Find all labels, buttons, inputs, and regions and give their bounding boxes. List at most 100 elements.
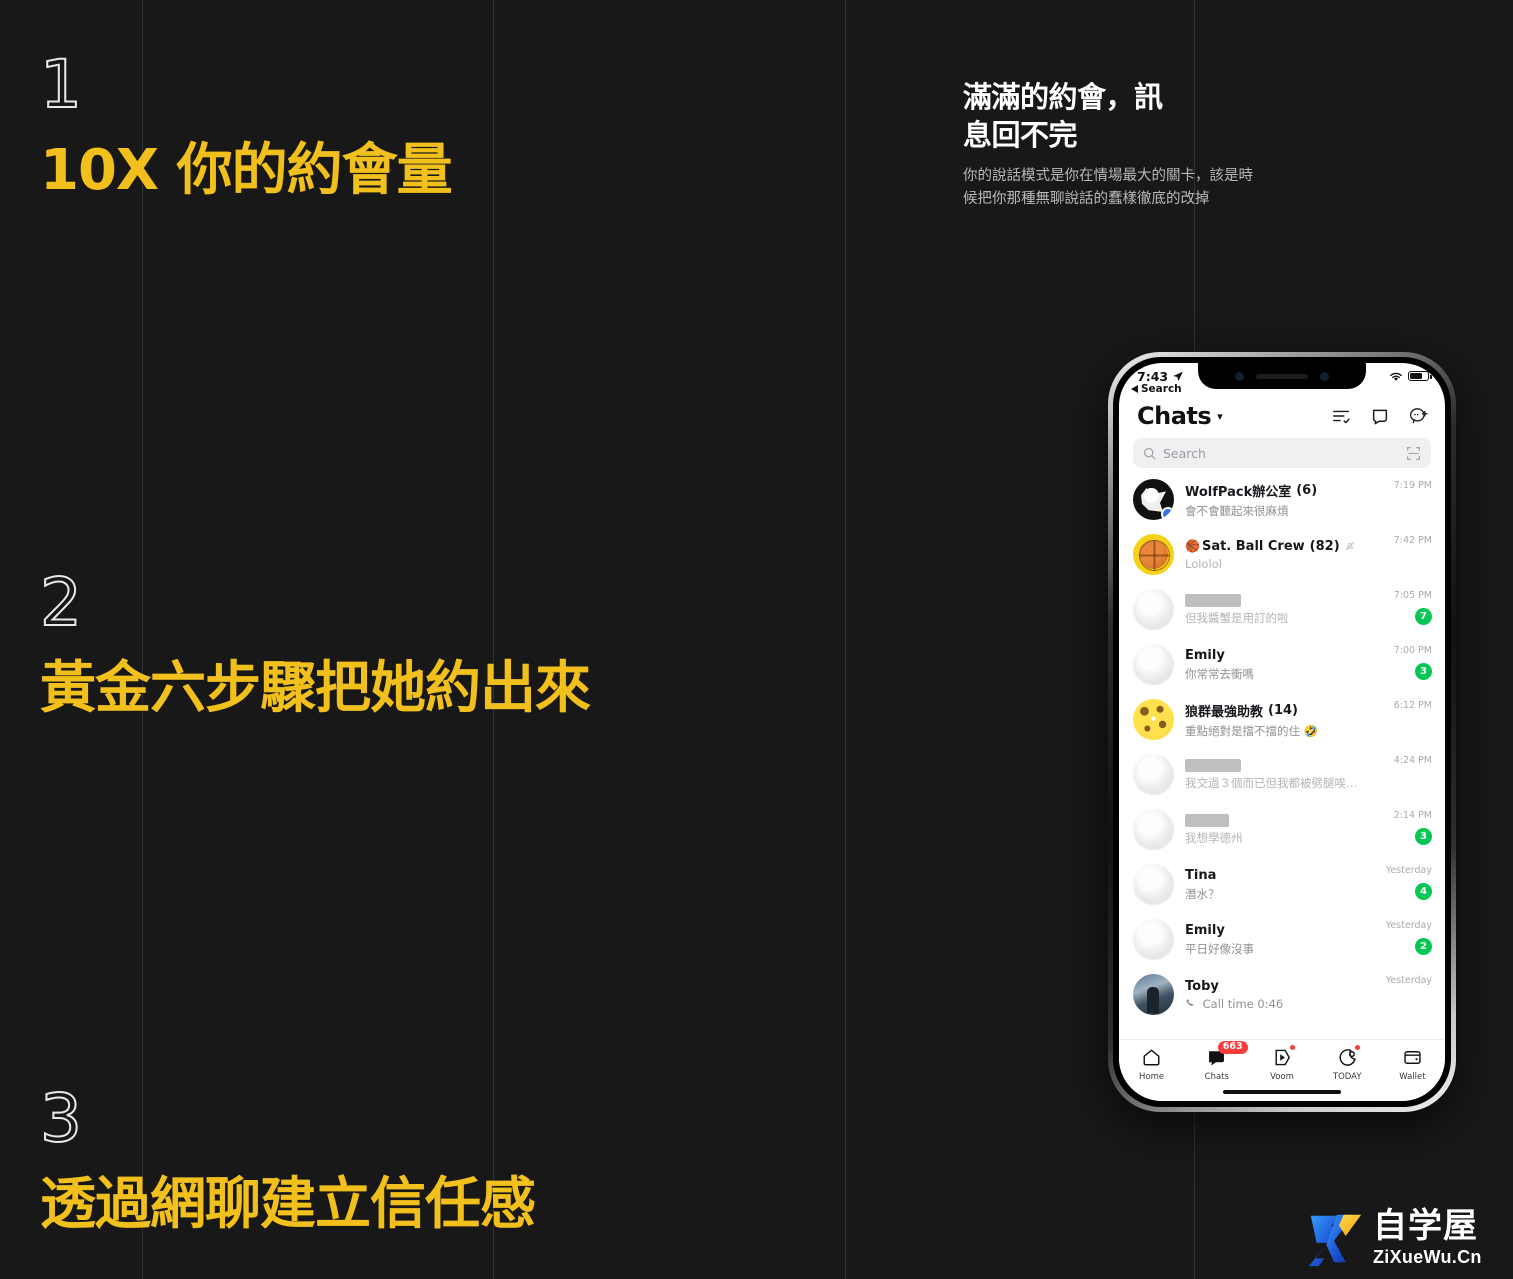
battery-icon bbox=[1408, 370, 1432, 382]
chat-item-meta: 7:42 PM bbox=[1372, 533, 1432, 546]
avatar bbox=[1133, 699, 1174, 740]
chat-preview: Call time 0:46 bbox=[1202, 996, 1284, 1011]
right-copy-title: 滿滿的約會，訊 息回不完 bbox=[963, 78, 1263, 155]
numbered-section-2: 2 黃金六步驟把她約出來 bbox=[39, 564, 591, 721]
chat-item-meta: 7:05 PM 7 bbox=[1372, 588, 1432, 625]
location-arrow-icon bbox=[1173, 371, 1183, 381]
chat-timestamp: 2:14 PM bbox=[1393, 810, 1432, 821]
chat-name-redacted bbox=[1185, 813, 1229, 827]
unread-badge: 2 bbox=[1415, 938, 1432, 955]
chat-member-count: (6) bbox=[1296, 482, 1318, 498]
chat-name-emoji: 🏀 bbox=[1185, 539, 1200, 553]
official-badge-icon bbox=[1161, 507, 1174, 520]
chat-timestamp: 7:19 PM bbox=[1393, 480, 1432, 491]
chat-list-item[interactable]: 🏀 Sat. Ball Crew (82) Lololol 7:42 PM bbox=[1119, 527, 1445, 582]
back-arrow-icon bbox=[1131, 385, 1138, 393]
chat-item-body: 狼群最強助教 (14) 重點絕對是擋不擋的住 🤣 bbox=[1185, 701, 1361, 739]
new-chat-icon[interactable] bbox=[1409, 406, 1429, 426]
status-bar-right bbox=[1389, 370, 1432, 382]
avatar bbox=[1133, 809, 1174, 850]
chat-member-count: (14) bbox=[1268, 702, 1298, 718]
chat-item-title-row bbox=[1185, 813, 1361, 827]
chat-item-meta: 6:12 PM bbox=[1372, 698, 1432, 711]
voom-play-icon bbox=[1274, 1049, 1290, 1066]
mute-bell-icon bbox=[1345, 541, 1354, 551]
numbered-section-1: 1 10X 你的約會量 bbox=[39, 46, 453, 203]
navbar-title-group[interactable]: Chats ▾ bbox=[1137, 402, 1223, 430]
right-copy-title-line2: 息回不完 bbox=[963, 118, 1078, 153]
chat-name-redacted bbox=[1185, 758, 1241, 772]
status-bar: 7:43 bbox=[1119, 363, 1445, 385]
home-icon bbox=[1143, 1049, 1160, 1066]
chat-list-item[interactable]: Toby Call time 0:46 Yesterday bbox=[1119, 967, 1445, 1022]
qr-scan-icon[interactable] bbox=[1406, 446, 1421, 461]
status-bar-left: 7:43 bbox=[1137, 369, 1185, 384]
zx-logo-icon bbox=[1308, 1214, 1362, 1267]
right-copy-subtitle: 你的說話模式是你在情場最大的關卡，該是時候把你那種無聊說話的蠢樣徹底的改掉 bbox=[963, 167, 1253, 208]
chat-item-meta: 7:00 PM 3 bbox=[1372, 643, 1432, 680]
phone-mockup: 7:43 Search Chats ▾ Search WolfPack辦公室 (… bbox=[1108, 352, 1456, 1112]
chats-navbar: Chats ▾ bbox=[1119, 395, 1445, 432]
tab-wallet[interactable]: Wallet bbox=[1380, 1047, 1445, 1082]
chat-item-title-row: Toby bbox=[1185, 979, 1361, 994]
chat-list-item[interactable]: 但我醬蟹是用訂的啦 7:05 PM 7 bbox=[1119, 582, 1445, 637]
square-note-icon[interactable] bbox=[1370, 406, 1390, 426]
tab-today[interactable]: TODAY bbox=[1315, 1045, 1380, 1082]
chat-item-body: 🏀 Sat. Ball Crew (82) Lololol bbox=[1185, 539, 1361, 571]
chat-timestamp: Yesterday bbox=[1385, 865, 1432, 876]
chat-item-body: Emily 平日好像沒事 bbox=[1185, 923, 1361, 957]
chat-timestamp: 7:42 PM bbox=[1393, 535, 1432, 546]
chat-name: Tina bbox=[1185, 867, 1217, 883]
tab-label: Chats bbox=[1204, 1072, 1229, 1082]
chat-list-item[interactable]: Emily 你常常去衝嗎 7:00 PM 3 bbox=[1119, 637, 1445, 692]
sort-list-icon[interactable] bbox=[1331, 406, 1351, 426]
chat-name-redacted bbox=[1185, 593, 1241, 607]
tab-chats[interactable]: 663 Chats bbox=[1184, 1041, 1249, 1082]
guide-line bbox=[845, 0, 846, 1279]
chat-list-item[interactable]: Emily 平日好像沒事 Yesterday 2 bbox=[1119, 912, 1445, 967]
chat-item-title-row: Tina bbox=[1185, 868, 1361, 883]
voom-notification-dot bbox=[1290, 1045, 1295, 1050]
section-number: 1 bbox=[39, 46, 83, 123]
avatar bbox=[1133, 589, 1174, 630]
avatar bbox=[1133, 919, 1174, 960]
chat-list-item[interactable]: 我想學德州 2:14 PM 3 bbox=[1119, 802, 1445, 857]
chat-list-item[interactable]: Tina 潛水？ Yesterday 4 bbox=[1119, 857, 1445, 912]
search-icon bbox=[1143, 447, 1156, 459]
chat-list-item[interactable]: WolfPack辦公室 (6) 會不會聽起來很麻煩 7:19 PM bbox=[1119, 472, 1445, 527]
avatar bbox=[1133, 974, 1174, 1015]
chat-name: Toby bbox=[1185, 978, 1219, 994]
chat-timestamp: 7:00 PM bbox=[1393, 645, 1432, 656]
avatar bbox=[1133, 644, 1174, 685]
chat-list-item[interactable]: 我交過３個而已但我都被劈腿唉唉唉唉唉唉～ 4:24 PM bbox=[1119, 747, 1445, 802]
chat-item-body: WolfPack辦公室 (6) 會不會聽起來很麻煩 bbox=[1185, 481, 1361, 519]
avatar bbox=[1133, 864, 1174, 905]
unread-badge: 4 bbox=[1415, 883, 1432, 900]
chat-item-body: Emily 你常常去衝嗎 bbox=[1185, 648, 1361, 682]
chat-preview: Lololol bbox=[1185, 556, 1222, 571]
chat-item-meta: 2:14 PM 3 bbox=[1372, 808, 1432, 845]
section-number: 3 bbox=[39, 1080, 83, 1157]
chat-item-body: Toby Call time 0:46 bbox=[1185, 979, 1361, 1011]
chat-name: 狼群最強助教 bbox=[1185, 704, 1264, 720]
chat-preview-row: Call time 0:46 bbox=[1185, 997, 1361, 1011]
chat-item-meta: 7:19 PM bbox=[1372, 478, 1432, 491]
section-heading: 黃金六步驟把她約出來 bbox=[40, 656, 591, 721]
chat-item-title-row bbox=[1185, 593, 1361, 607]
section-number: 2 bbox=[39, 564, 83, 641]
chat-preview: 我交過３個而已但我都被劈腿唉唉唉唉唉唉～ bbox=[1185, 775, 1361, 790]
chat-name: Emily bbox=[1185, 922, 1225, 938]
today-icon bbox=[1339, 1049, 1356, 1066]
search-placeholder: Search bbox=[1163, 445, 1206, 461]
chat-item-title-row bbox=[1185, 758, 1361, 772]
tab-home[interactable]: Home bbox=[1119, 1047, 1184, 1082]
home-indicator bbox=[1223, 1089, 1341, 1094]
right-copy-title-line1: 滿滿的約會，訊 bbox=[963, 80, 1163, 114]
search-input[interactable]: Search bbox=[1133, 438, 1431, 468]
section-heading: 透過網聊建立信任感 bbox=[40, 1172, 536, 1237]
tab-voom[interactable]: Voom bbox=[1249, 1045, 1314, 1082]
chat-list-item[interactable]: 狼群最強助教 (14) 重點絕對是擋不擋的住 🤣 6:12 PM bbox=[1119, 692, 1445, 747]
watermark-en: ZiXueWu.Cn bbox=[1373, 1246, 1482, 1267]
wifi-icon bbox=[1390, 372, 1402, 381]
page-title: Chats bbox=[1137, 402, 1212, 430]
